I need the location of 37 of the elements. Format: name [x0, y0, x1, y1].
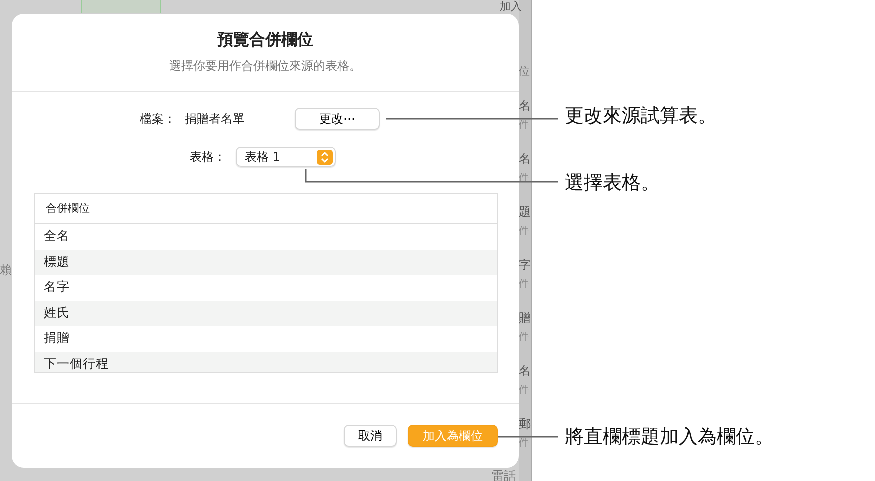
field-hint: 件 — [519, 280, 530, 290]
stepper-icon — [317, 150, 333, 164]
field-hint: 件 — [519, 333, 530, 343]
panel-header: 加入 — [500, 0, 522, 13]
cancel-button[interactable]: 取消 — [344, 425, 397, 447]
sheet-text: 賴 — [0, 262, 12, 279]
field-hint: 件 — [519, 386, 530, 396]
file-label: 檔案： — [140, 110, 176, 128]
callout-text: 選擇表格。 — [565, 171, 660, 196]
dialog-title: 預覽合併欄位 — [218, 30, 314, 51]
callout-text: 將直欄標題加入為欄位。 — [565, 425, 774, 450]
file-name: 捐贈者名單 — [185, 110, 246, 128]
leader-line — [498, 436, 558, 438]
table-popup[interactable]: 表格 1 — [236, 147, 336, 167]
list-row[interactable]: 下一個行程 — [35, 352, 497, 372]
table-label: 表格： — [190, 148, 226, 166]
callout-text: 更改來源試算表。 — [565, 104, 717, 129]
field-name: 名 — [519, 364, 531, 378]
field-hint: 件 — [519, 174, 530, 184]
list-row[interactable]: 名字 — [35, 275, 497, 300]
change-button[interactable]: 更改⋯ — [295, 108, 380, 130]
list-row[interactable]: 捐贈 — [35, 326, 497, 352]
field-name: 字 — [519, 258, 531, 272]
field-hint: 件 — [519, 227, 530, 237]
list-row[interactable]: 姓氏 — [35, 300, 497, 326]
field-name: 題 — [519, 205, 531, 219]
column-header: 位 — [519, 64, 530, 79]
list-row[interactable]: 全名 — [35, 224, 497, 250]
list-header: 合併欄位 — [35, 194, 497, 224]
field-hint: 件 — [519, 121, 530, 131]
field-name: 郵 — [519, 417, 531, 431]
dialog-subtitle: 選擇你要用作合併欄位來源的表格。 — [170, 58, 362, 75]
list-row[interactable]: 標題 — [35, 250, 497, 275]
field-name: 贈 — [519, 311, 531, 325]
field-name: 名 — [519, 99, 531, 113]
field-name: 名 — [519, 152, 531, 166]
field-hint: 件 — [519, 439, 530, 449]
